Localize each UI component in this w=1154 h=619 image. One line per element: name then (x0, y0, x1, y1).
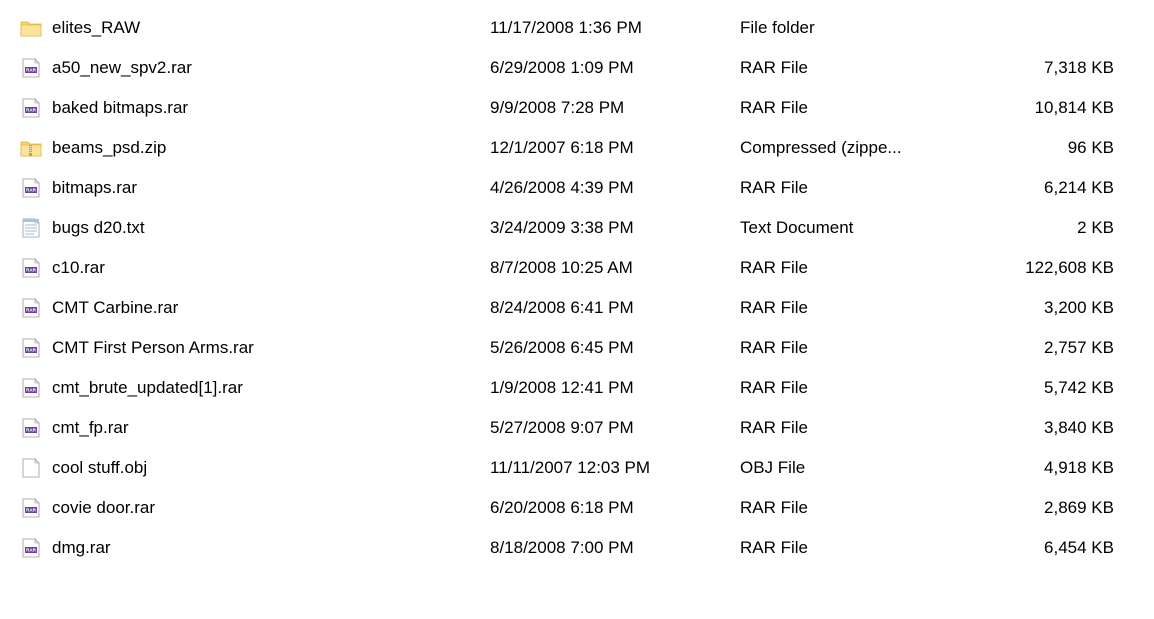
file-name[interactable]: cool stuff.obj (50, 448, 490, 488)
file-name[interactable]: cmt_fp.rar (50, 408, 490, 448)
rar-file-icon (20, 97, 42, 119)
file-size: 6,454 KB (940, 528, 1134, 568)
rar-file-icon (20, 537, 42, 559)
file-type: OBJ File (740, 448, 940, 488)
file-date-modified: 3/24/2009 3:38 PM (490, 208, 740, 248)
file-name[interactable]: CMT Carbine.rar (50, 288, 490, 328)
rar-file-icon (20, 377, 42, 399)
file-date-modified: 4/26/2008 4:39 PM (490, 168, 740, 208)
file-date-modified: 11/17/2008 1:36 PM (490, 8, 740, 48)
file-row[interactable]: CMT Carbine.rar8/24/2008 6:41 PMRAR File… (20, 288, 1134, 328)
file-size: 2 KB (940, 208, 1134, 248)
folder-icon (20, 17, 42, 39)
file-row[interactable]: c10.rar8/7/2008 10:25 AMRAR File122,608 … (20, 248, 1134, 288)
file-name[interactable]: cmt_brute_updated[1].rar (50, 368, 490, 408)
file-type: RAR File (740, 288, 940, 328)
file-size (940, 8, 1134, 48)
file-name[interactable]: beams_psd.zip (50, 128, 490, 168)
file-list: elites_RAW11/17/2008 1:36 PMFile foldera… (20, 8, 1134, 568)
file-row[interactable]: covie door.rar6/20/2008 6:18 PMRAR File2… (20, 488, 1134, 528)
file-type: RAR File (740, 488, 940, 528)
file-icon (20, 457, 42, 479)
file-type: RAR File (740, 48, 940, 88)
zip-folder-icon (20, 137, 42, 159)
file-date-modified: 11/11/2007 12:03 PM (490, 448, 740, 488)
file-name[interactable]: bitmaps.rar (50, 168, 490, 208)
rar-file-icon (20, 177, 42, 199)
file-size: 3,840 KB (940, 408, 1134, 448)
file-type: RAR File (740, 168, 940, 208)
file-size: 5,742 KB (940, 368, 1134, 408)
rar-file-icon (20, 337, 42, 359)
file-type: Compressed (zippe... (740, 128, 940, 168)
file-name[interactable]: CMT First Person Arms.rar (50, 328, 490, 368)
file-date-modified: 6/29/2008 1:09 PM (490, 48, 740, 88)
file-row[interactable]: cmt_fp.rar5/27/2008 9:07 PMRAR File3,840… (20, 408, 1134, 448)
file-type: RAR File (740, 248, 940, 288)
file-size: 4,918 KB (940, 448, 1134, 488)
file-date-modified: 1/9/2008 12:41 PM (490, 368, 740, 408)
file-row[interactable]: bitmaps.rar4/26/2008 4:39 PMRAR File6,21… (20, 168, 1134, 208)
file-row[interactable]: cool stuff.obj11/11/2007 12:03 PMOBJ Fil… (20, 448, 1134, 488)
file-row[interactable]: bugs d20.txt3/24/2009 3:38 PMText Docume… (20, 208, 1134, 248)
file-date-modified: 6/20/2008 6:18 PM (490, 488, 740, 528)
file-name[interactable]: a50_new_spv2.rar (50, 48, 490, 88)
file-row[interactable]: CMT First Person Arms.rar5/26/2008 6:45 … (20, 328, 1134, 368)
file-name[interactable]: baked bitmaps.rar (50, 88, 490, 128)
file-type: RAR File (740, 328, 940, 368)
file-size: 7,318 KB (940, 48, 1134, 88)
file-date-modified: 12/1/2007 6:18 PM (490, 128, 740, 168)
file-row[interactable]: baked bitmaps.rar9/9/2008 7:28 PMRAR Fil… (20, 88, 1134, 128)
file-name[interactable]: bugs d20.txt (50, 208, 490, 248)
file-row[interactable]: dmg.rar8/18/2008 7:00 PMRAR File6,454 KB (20, 528, 1134, 568)
file-row[interactable]: a50_new_spv2.rar6/29/2008 1:09 PMRAR Fil… (20, 48, 1134, 88)
file-size: 96 KB (940, 128, 1134, 168)
file-name[interactable]: covie door.rar (50, 488, 490, 528)
file-size: 6,214 KB (940, 168, 1134, 208)
file-date-modified: 9/9/2008 7:28 PM (490, 88, 740, 128)
rar-file-icon (20, 497, 42, 519)
file-size: 3,200 KB (940, 288, 1134, 328)
file-size: 2,869 KB (940, 488, 1134, 528)
file-date-modified: 5/26/2008 6:45 PM (490, 328, 740, 368)
file-type: RAR File (740, 528, 940, 568)
file-type: Text Document (740, 208, 940, 248)
file-row[interactable]: cmt_brute_updated[1].rar1/9/2008 12:41 P… (20, 368, 1134, 408)
file-size: 2,757 KB (940, 328, 1134, 368)
file-type: File folder (740, 8, 940, 48)
file-row[interactable]: elites_RAW11/17/2008 1:36 PMFile folder (20, 8, 1134, 48)
rar-file-icon (20, 257, 42, 279)
file-date-modified: 8/7/2008 10:25 AM (490, 248, 740, 288)
file-size: 10,814 KB (940, 88, 1134, 128)
file-type: RAR File (740, 368, 940, 408)
file-name[interactable]: elites_RAW (50, 8, 490, 48)
rar-file-icon (20, 57, 42, 79)
text-file-icon (20, 217, 42, 239)
file-date-modified: 8/24/2008 6:41 PM (490, 288, 740, 328)
file-size: 122,608 KB (940, 248, 1134, 288)
rar-file-icon (20, 417, 42, 439)
file-name[interactable]: dmg.rar (50, 528, 490, 568)
file-date-modified: 5/27/2008 9:07 PM (490, 408, 740, 448)
file-name[interactable]: c10.rar (50, 248, 490, 288)
rar-file-icon (20, 297, 42, 319)
file-type: RAR File (740, 88, 940, 128)
file-row[interactable]: beams_psd.zip12/1/2007 6:18 PMCompressed… (20, 128, 1134, 168)
file-date-modified: 8/18/2008 7:00 PM (490, 528, 740, 568)
file-type: RAR File (740, 408, 940, 448)
